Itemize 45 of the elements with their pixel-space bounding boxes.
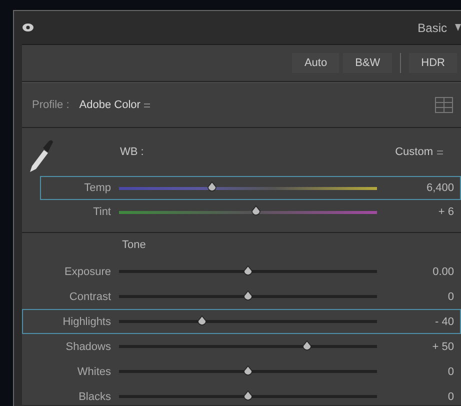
slider-label: Tint	[92, 206, 112, 218]
slider-thumb[interactable]	[250, 205, 262, 217]
profile-dropdown[interactable]: Adobe Color	[79, 99, 140, 111]
wb-dropdown[interactable]: Custom	[395, 146, 433, 158]
eye-icon[interactable]	[22, 23, 34, 32]
slider-value[interactable]: 0	[377, 366, 460, 378]
panel-title[interactable]: Basic	[418, 20, 447, 34]
slider-value[interactable]: 0.00	[377, 266, 460, 278]
slider-thumb[interactable]	[206, 181, 218, 193]
up-down-icon	[437, 148, 443, 156]
slider-label: Temp	[83, 182, 112, 194]
slider-value[interactable]: 6,400	[377, 182, 460, 194]
slider-value[interactable]: - 40	[377, 316, 460, 328]
slider-thumb[interactable]	[196, 314, 208, 326]
eyedropper-icon[interactable]	[28, 138, 54, 174]
slider[interactable]	[119, 390, 377, 404]
slider[interactable]	[119, 340, 377, 354]
slider-thumb[interactable]	[242, 364, 254, 376]
slider-label: Contrast	[68, 290, 112, 302]
slider-thumb[interactable]	[242, 290, 254, 302]
slider[interactable]	[119, 290, 377, 304]
slider-thumb[interactable]	[242, 390, 254, 402]
slider-value[interactable]: 0	[377, 290, 460, 302]
slider-label: Whites	[76, 366, 112, 378]
grid-icon[interactable]	[435, 97, 453, 113]
slider-label: Blacks	[78, 390, 112, 402]
slider-thumb[interactable]	[301, 340, 314, 352]
treatment-button[interactable]: Auto	[292, 53, 340, 73]
slider[interactable]	[119, 314, 377, 328]
slider[interactable]	[119, 364, 377, 378]
slider-label: Shadows	[64, 340, 112, 352]
slider[interactable]	[119, 264, 377, 278]
slider-value[interactable]: + 6	[377, 206, 460, 218]
slider-label: Exposure	[64, 266, 112, 278]
up-down-icon	[144, 100, 150, 110]
treatment-button[interactable]: B&W	[343, 53, 392, 73]
slider-value[interactable]: + 50	[377, 340, 460, 352]
wb-label: WB :	[120, 146, 144, 158]
slider-thumb[interactable]	[242, 264, 254, 276]
slider-value[interactable]: 0	[377, 390, 460, 402]
treatment-button[interactable]: HDR	[409, 53, 457, 73]
collapse-triangle-icon[interactable]	[455, 23, 461, 32]
slider-label: Highlights	[62, 316, 112, 328]
tone-label: Tone	[122, 239, 147, 253]
profile-label: Profile :	[32, 99, 70, 111]
